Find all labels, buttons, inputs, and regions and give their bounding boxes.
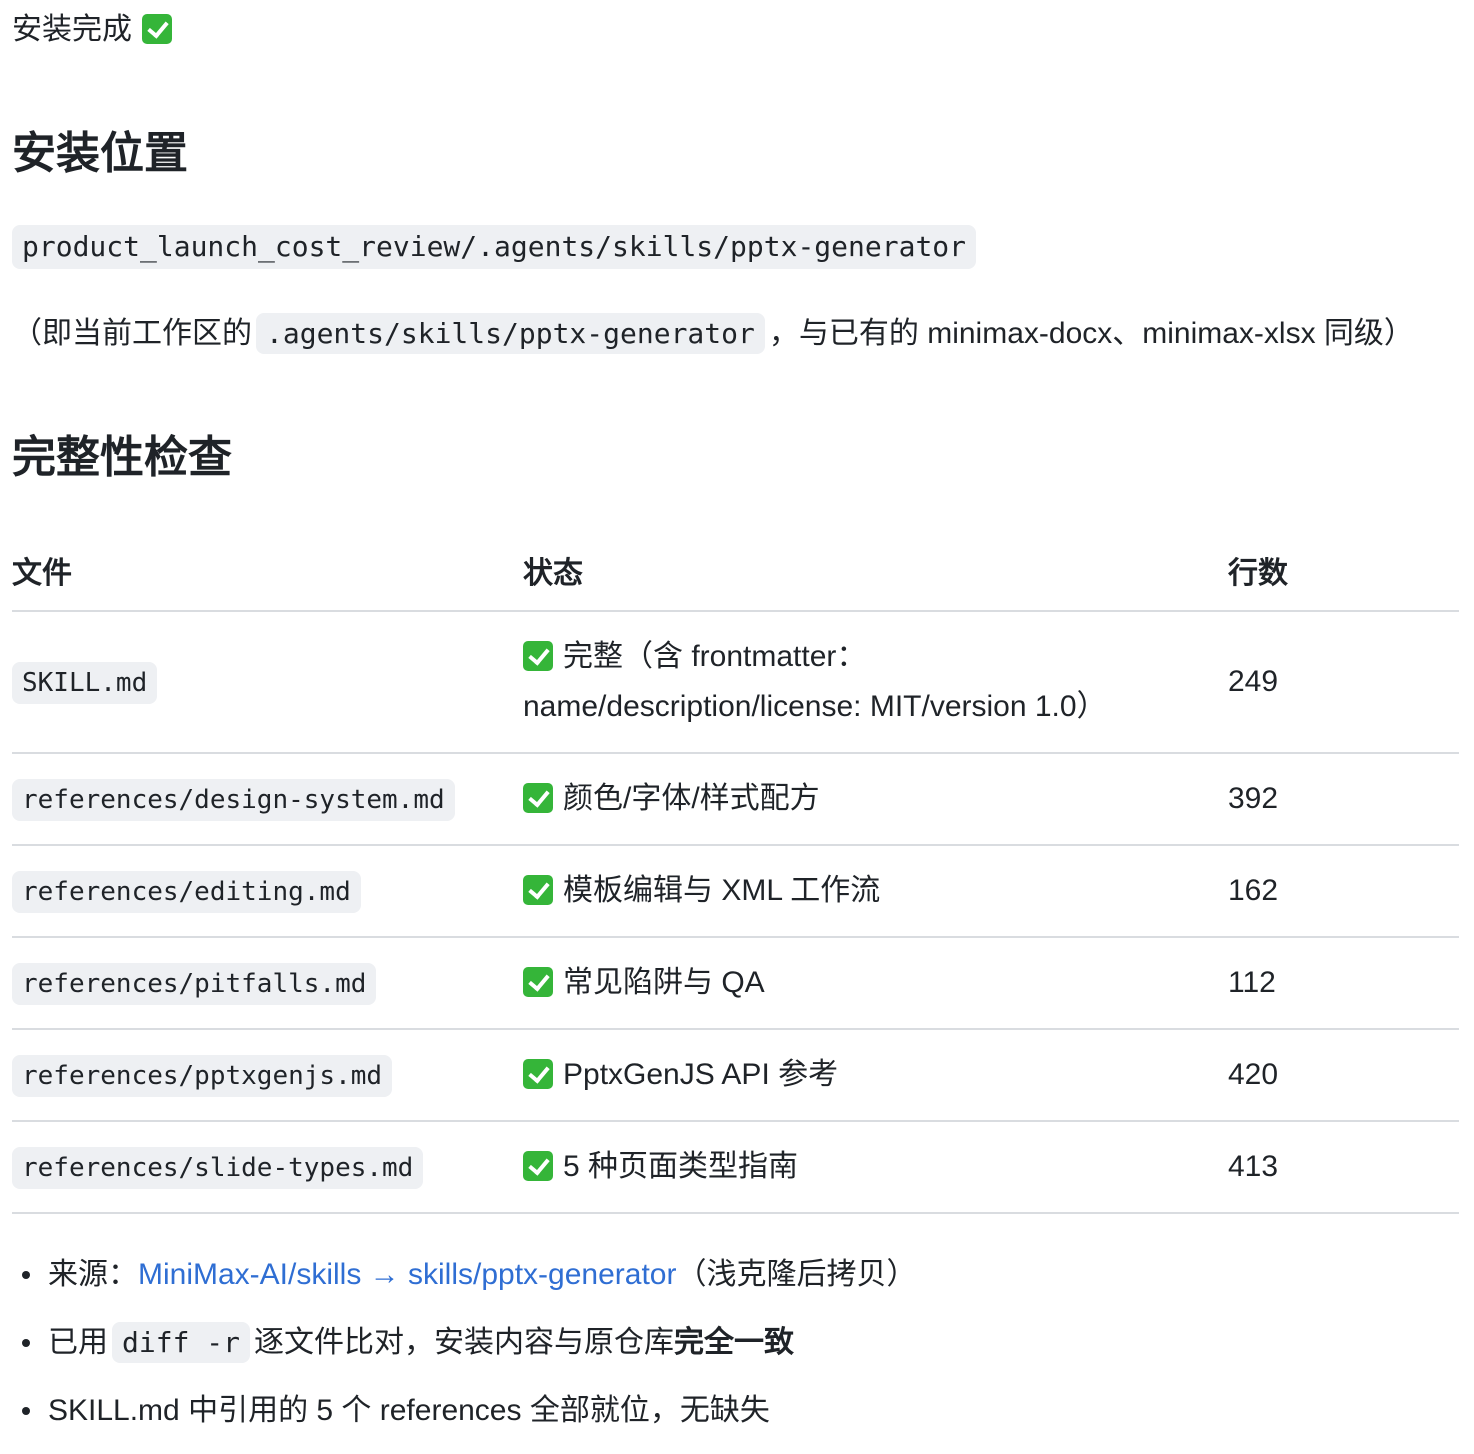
diff-middle: 逐文件比对，安装内容与原仓库	[254, 1326, 675, 1359]
list-item-source: 来源：MiniMax-AI/skills → skills/pptx-gener…	[12, 1250, 916, 1318]
file-name-code: references/pptxgenjs.md	[12, 1054, 393, 1097]
diff-command-code: diff -r	[112, 1322, 251, 1363]
table-row: references/design-system.md 颜色/字体/样式配方 3…	[12, 753, 1459, 846]
install-location-heading: 安装位置	[12, 129, 188, 178]
table-row: references/slide-types.md 5 种页面类型指南 413	[12, 1121, 1459, 1214]
source-repo-link[interactable]: MiniMax-AI/skills → skills/pptx-generato…	[138, 1258, 676, 1291]
source-suffix: （浅克隆后拷贝）	[676, 1258, 917, 1291]
install-status-text: 安装完成	[12, 13, 132, 46]
check-mark-button-icon	[523, 1059, 553, 1089]
line-count: 249	[1228, 611, 1459, 754]
status-text: 完整（含 frontmatter：	[563, 640, 867, 673]
table-row: SKILL.md 完整（含 frontmatter： name/descript…	[12, 611, 1459, 754]
list-item-references: SKILL.md 中引用的 5 个 references 全部就位，无缺失	[12, 1386, 916, 1454]
diff-prefix: 已用	[48, 1326, 108, 1359]
integrity-table: 文件 状态 行数 SKILL.md 完整（含 frontmatter： name…	[12, 530, 1459, 1214]
check-mark-button-icon	[523, 1151, 553, 1181]
file-name-code: references/editing.md	[12, 870, 361, 913]
file-name-code: references/design-system.md	[12, 778, 455, 821]
note-suffix: ，与已有的 minimax-docx、minimax-xlsx 同级）	[768, 317, 1414, 350]
file-name-code: references/pitfalls.md	[12, 962, 377, 1005]
table-row: references/pptxgenjs.md PptxGenJS API 参考…	[12, 1029, 1459, 1122]
column-header-file: 文件	[12, 530, 523, 612]
column-header-lines: 行数	[1228, 530, 1459, 612]
status-text: 颜色/字体/样式配方	[563, 782, 820, 815]
references-text: SKILL.md 中引用的 5 个 references 全部就位，无缺失	[48, 1394, 770, 1427]
diff-result-bold: 完全一致	[674, 1326, 795, 1359]
install-status: 安装完成	[12, 8, 172, 52]
summary-list: 来源：MiniMax-AI/skills → skills/pptx-gener…	[12, 1250, 916, 1454]
line-count: 392	[1228, 753, 1459, 846]
status-text: 常见陷阱与 QA	[563, 966, 765, 999]
status-text-continued: name/description/license: MIT/version 1.…	[523, 690, 1107, 723]
file-name-code: SKILL.md	[12, 661, 158, 704]
list-item-diff: 已用 diff -r 逐文件比对，安装内容与原仓库完全一致	[12, 1318, 916, 1386]
table-header-row: 文件 状态 行数	[12, 530, 1459, 612]
check-mark-button-icon	[523, 641, 553, 671]
install-path-code: product_launch_cost_review/.agents/skill…	[12, 225, 977, 269]
line-count: 112	[1228, 937, 1459, 1030]
install-location-note: （即当前工作区的 .agents/skills/pptx-generator ，与已…	[12, 310, 1414, 358]
check-mark-button-icon	[142, 14, 172, 44]
line-count: 162	[1228, 845, 1459, 938]
status-text: PptxGenJS API 参考	[563, 1058, 839, 1091]
note-code: .agents/skills/pptx-generator	[256, 313, 765, 354]
note-prefix: （即当前工作区的	[12, 317, 252, 350]
check-mark-button-icon	[523, 783, 553, 813]
line-count: 420	[1228, 1029, 1459, 1122]
line-count: 413	[1228, 1121, 1459, 1214]
table-row: references/editing.md 模板编辑与 XML 工作流 162	[12, 845, 1459, 938]
source-label: 来源：	[48, 1258, 138, 1291]
column-header-status: 状态	[523, 530, 1228, 612]
status-text: 模板编辑与 XML 工作流	[563, 874, 881, 907]
file-name-code: references/slide-types.md	[12, 1146, 424, 1189]
check-mark-button-icon	[523, 967, 553, 997]
table-row: references/pitfalls.md 常见陷阱与 QA 112	[12, 937, 1459, 1030]
check-mark-button-icon	[523, 875, 553, 905]
status-text: 5 种页面类型指南	[563, 1150, 799, 1183]
integrity-check-heading: 完整性检查	[12, 433, 232, 482]
